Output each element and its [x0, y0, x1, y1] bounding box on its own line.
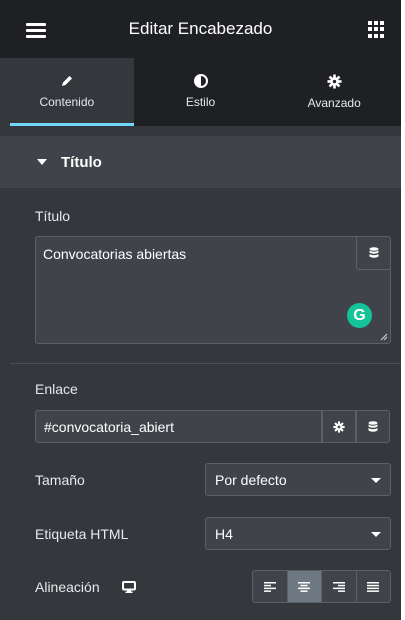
editor-panel: Editar Encabezado Contenido Estilo Avanz…	[0, 0, 401, 620]
tamano-select[interactable]: Por defecto	[205, 463, 391, 496]
desktop-monitor-icon[interactable]	[122, 581, 136, 593]
enlace-input[interactable]: #convocatoria_abiert	[35, 410, 322, 443]
align-left-button[interactable]	[253, 571, 288, 602]
pencil-icon	[61, 76, 72, 86]
database-icon	[369, 247, 378, 258]
tab-estilo[interactable]: Estilo	[134, 58, 268, 126]
alineacion-label: Alineación	[35, 579, 100, 595]
align-justify-button[interactable]	[357, 571, 391, 602]
etiqueta-label: Etiqueta HTML	[35, 526, 129, 542]
titulo-value: Convocatorias abiertas	[43, 246, 187, 262]
etiqueta-select[interactable]: H4	[205, 517, 391, 550]
panel-title: Editar Encabezado	[128, 19, 273, 38]
align-right-button[interactable]	[322, 571, 357, 602]
align-justify-icon	[367, 581, 380, 592]
tab-label: Avanzado	[307, 96, 361, 110]
divider	[10, 363, 401, 364]
align-left-icon	[263, 581, 276, 592]
tamano-label: Tamaño	[35, 472, 85, 488]
tab-label: Estilo	[185, 95, 216, 109]
resize-handle-icon[interactable]	[380, 333, 388, 341]
chevron-down-icon	[371, 478, 381, 483]
grammarly-button[interactable]: G	[347, 303, 372, 328]
right-border	[401, 0, 405, 620]
section-toggle-titulo[interactable]: Título	[0, 136, 401, 188]
link-dynamic-tags-button[interactable]	[356, 410, 390, 443]
dynamic-tags-button[interactable]	[356, 237, 390, 270]
enlace-label: Enlace	[35, 381, 78, 397]
gear-icon	[327, 74, 342, 89]
panel-tabs: Contenido Estilo Avanzado	[0, 58, 401, 126]
panel-header: Editar Encabezado	[0, 0, 401, 58]
database-icon	[368, 420, 378, 432]
alignment-group	[252, 570, 391, 603]
align-center-icon	[298, 581, 311, 592]
chevron-down-icon	[371, 532, 381, 537]
titulo-textarea[interactable]: Convocatorias abiertas G	[35, 236, 391, 344]
tab-avanzado[interactable]: Avanzado	[267, 58, 401, 126]
widgets-grid-icon[interactable]	[368, 21, 385, 38]
tab-label: Contenido	[39, 95, 95, 109]
caret-down-icon	[37, 159, 47, 165]
align-center-button[interactable]	[287, 571, 322, 602]
tamano-value: Por defecto	[215, 471, 287, 488]
align-right-icon	[332, 581, 345, 592]
tab-contenido[interactable]: Contenido	[0, 58, 134, 126]
gear-icon	[333, 420, 345, 433]
half-circle-icon	[193, 74, 208, 88]
etiqueta-value: H4	[215, 525, 233, 542]
link-options-button[interactable]	[322, 410, 356, 443]
titulo-label: Título	[35, 208, 71, 224]
section-title: Título	[61, 153, 102, 171]
